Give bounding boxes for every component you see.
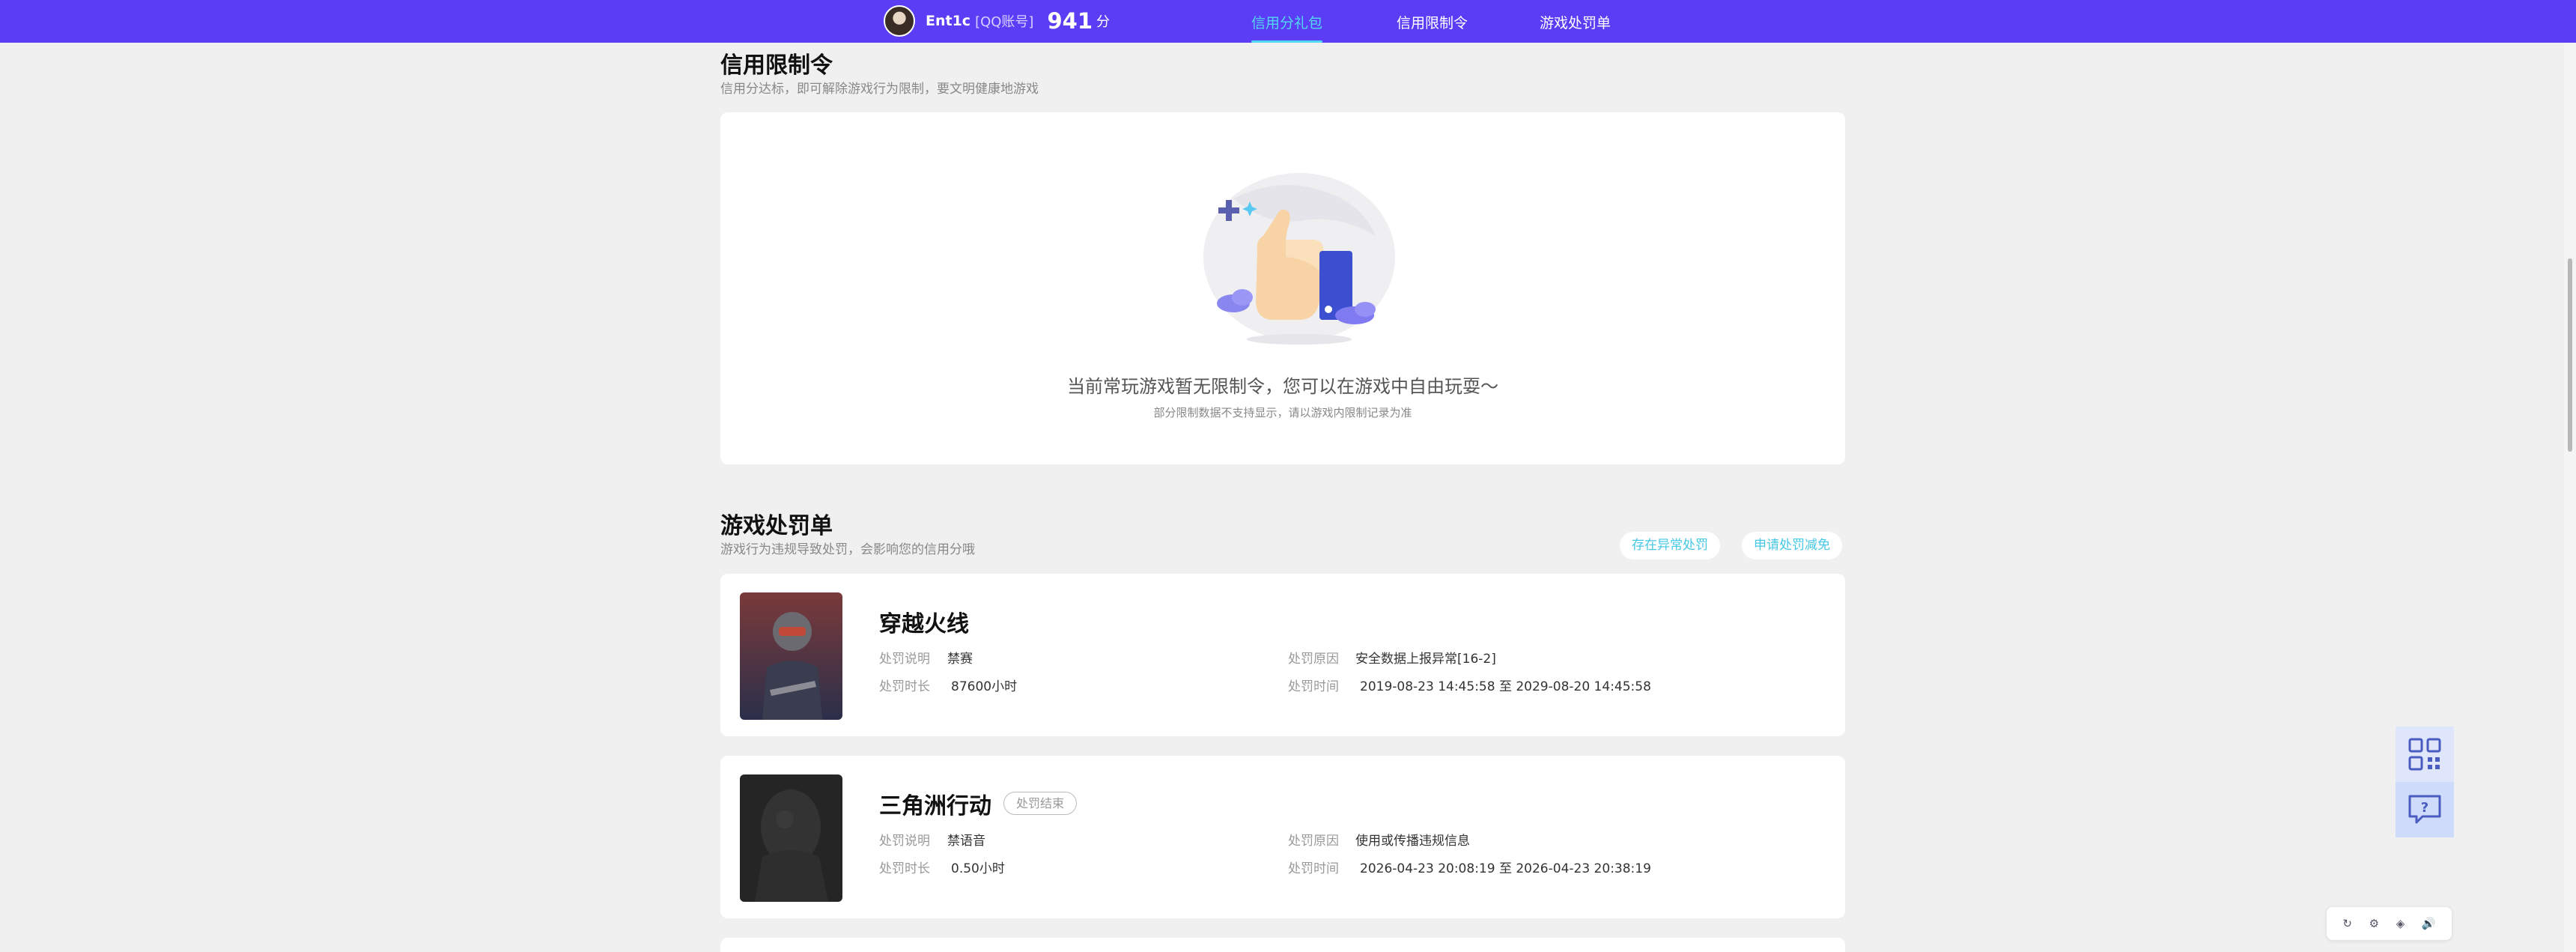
status-badge: 处罚结束 (1003, 792, 1078, 815)
restriction-subtitle: 信用分达标，即可解除游戏行为限制，要文明健康地游戏 (720, 82, 1039, 97)
qrcode-button[interactable] (2396, 727, 2454, 782)
svg-text:?: ? (2421, 800, 2428, 816)
top-nav-bar: Ent1c [QQ账号] 941 分 信用分礼包 信用限制令 游戏处罚单 (0, 0, 2576, 43)
scrollbar-track[interactable] (2564, 43, 2576, 952)
help-chat-icon: ? (2408, 795, 2441, 824)
desc-value: 禁语音 (947, 834, 985, 849)
duration-value: 87600小时 (951, 679, 1018, 694)
time-label: 处罚时间 (1288, 861, 1339, 876)
duration-value: 0.50小时 (951, 861, 1005, 876)
anomaly-penalty-button[interactable]: 存在异常处罚 (1620, 532, 1720, 560)
apply-reduction-button[interactable]: 申请处罚减免 (1742, 532, 1842, 560)
user-info: Ent1c [QQ账号] 941 分 (884, 5, 1110, 37)
desc-label: 处罚说明 (879, 834, 930, 849)
tab-penalty-list[interactable]: 游戏处罚单 (1540, 12, 1611, 43)
qrcode-icon (2408, 738, 2441, 771)
restriction-title: 信用限制令 (720, 52, 833, 79)
duration-label: 处罚时长 (879, 861, 930, 876)
settings-icon[interactable]: ⚙ (2369, 917, 2379, 930)
reason-label: 处罚原因 (1288, 834, 1339, 849)
desc-label: 处罚说明 (879, 652, 930, 667)
empty-state-message: 当前常玩游戏暂无限制令，您可以在游戏中自由玩耍～ (1067, 376, 1498, 397)
account-type: [QQ账号] (975, 14, 1034, 30)
desc-value: 禁赛 (947, 652, 973, 667)
thumbs-up-illustration (1203, 173, 1395, 345)
speaker-icon[interactable]: 🔊 (2422, 917, 2436, 930)
refresh-icon[interactable]: ↻ (2342, 917, 2352, 930)
help-button[interactable]: ? (2396, 782, 2454, 837)
game-cover-image (740, 774, 842, 902)
mini-toolbar: ↻ ⚙ ◈ 🔊 (2327, 907, 2452, 940)
reason-value: 使用或传播违规信息 (1355, 834, 1470, 849)
reason-label: 处罚原因 (1288, 652, 1339, 667)
penalty-item[interactable] (720, 938, 1845, 952)
restriction-card: 当前常玩游戏暂无限制令，您可以在游戏中自由玩耍～ 部分限制数据不支持显示，请以游… (720, 112, 1845, 464)
game-cover-image (740, 592, 842, 720)
penalty-item[interactable]: 三角洲行动 处罚结束 处罚说明 禁语音 处罚时长 0.50小时 处罚原因 使用或… (720, 756, 1845, 918)
duration-label: 处罚时长 (879, 679, 930, 694)
username: Ent1c (926, 13, 971, 29)
penalty-title: 游戏处罚单 (720, 513, 833, 539)
browser-icon[interactable]: ◈ (2396, 917, 2405, 930)
empty-state-note: 部分限制数据不支持显示，请以游戏内限制记录为准 (1153, 406, 1412, 419)
tab-credit-restriction[interactable]: 信用限制令 (1397, 12, 1468, 43)
time-value: 2026-04-23 20:08:19 至 2026-04-23 20:38:1… (1360, 861, 1651, 876)
scrollbar-thumb[interactable] (2568, 258, 2572, 452)
penalty-subtitle: 游戏行为违规导致处罚，会影响您的信用分哦 (720, 542, 975, 557)
tab-credit-gift[interactable]: 信用分礼包 (1251, 12, 1323, 43)
time-value: 2019-08-23 14:45:58 至 2029-08-20 14:45:5… (1360, 679, 1651, 694)
credit-score-unit: 分 (1096, 14, 1111, 30)
penalty-item[interactable]: 穿越火线 处罚说明 禁赛 处罚时长 87600小时 处罚原因 安全数据上报异常[… (720, 574, 1845, 736)
avatar[interactable] (884, 5, 915, 37)
game-name: 三角洲行动 (879, 793, 991, 819)
game-name: 穿越火线 (879, 611, 969, 637)
credit-score: 941 (1047, 8, 1093, 34)
reason-value: 安全数据上报异常[16-2] (1355, 652, 1496, 667)
time-label: 处罚时间 (1288, 679, 1339, 694)
